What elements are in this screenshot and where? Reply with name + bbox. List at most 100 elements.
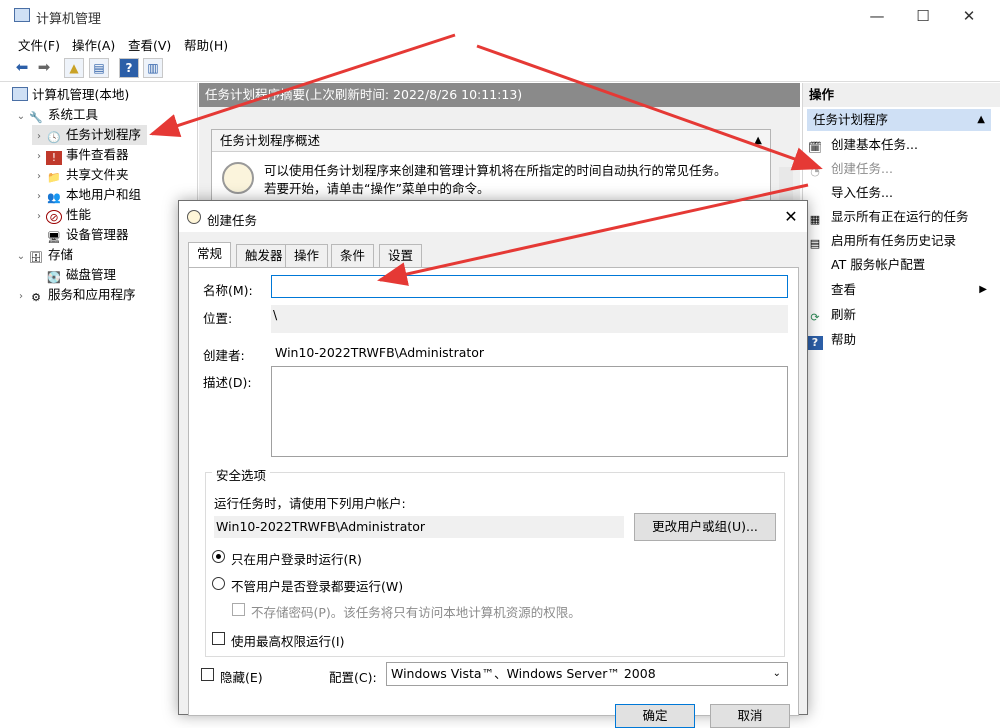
expand-chevron-icon[interactable]: › [14,287,28,307]
action-view[interactable]: 查看 ▶ [807,278,991,302]
history-icon: ▤ [809,237,821,250]
shared-folder-icon: 📁 [47,171,61,184]
expand-chevron-icon[interactable]: › [32,167,46,187]
create-task-icon: ◔ [810,165,820,178]
expand-chevron-icon[interactable]: › [32,187,46,207]
hidden-checkbox[interactable] [201,668,214,681]
radio-run-logged-on[interactable] [212,550,225,563]
title-bar: 计算机管理 — ☐ ✕ [0,0,1000,32]
tab-settings[interactable]: 设置 [379,244,423,267]
tree-item-shared-folders[interactable]: › 📁 共享文件夹 [32,165,129,185]
event-viewer-icon: ! [46,151,62,165]
dialog-close-button[interactable]: ✕ [779,205,803,229]
performance-icon: ⊘ [46,210,62,224]
tab-triggers[interactable]: 触发器 [236,244,292,267]
blank-icon [807,282,823,296]
tree-item-root[interactable]: 计算机管理(本地) [12,85,129,105]
run-as-label: 运行任务时，请使用下列用户帐户: [214,496,406,511]
action-display-running[interactable]: ▦ 显示所有正在运行的任务 [807,205,991,229]
disk-icon: 💽 [47,271,61,284]
tab-general[interactable]: 常规 [188,242,232,268]
highest-privileges-label[interactable]: 使用最高权限运行(I) [231,631,344,650]
location-value: \ [271,305,788,333]
change-user-button[interactable]: 更改用户或组(U)... [634,513,776,541]
no-store-password-checkbox[interactable] [232,603,245,616]
collapse-up-icon[interactable]: ▲ [754,130,762,152]
highest-privileges-checkbox[interactable] [212,632,225,645]
description-input[interactable] [271,366,788,457]
tree-item-services-apps[interactable]: › ⚙ 服务和应用程序 [14,285,136,305]
clock-icon: 🕓 [47,131,61,144]
configure-select[interactable]: Windows Vista™、Windows Server™ 2008 ⌄ [386,662,788,686]
cancel-button[interactable]: 取消 [710,704,790,728]
tree-item-task-scheduler[interactable]: › 🕓 任务计划程序 [32,125,148,147]
tree-item-event-viewer[interactable]: ›! 事件查看器 [32,145,129,165]
help-icon[interactable]: ? [119,58,139,78]
back-arrow-icon[interactable]: ⬅ [12,58,32,78]
expand-chevron-icon[interactable]: › [32,207,46,227]
services-icon: ⚙ [31,291,41,304]
maximize-button[interactable]: ☐ [900,0,946,32]
action-import-task[interactable]: 导入任务... [807,181,991,205]
name-label: 名称(M): [203,283,253,298]
tree-item-storage[interactable]: ⌄ 🗄 存储 [14,245,73,265]
actions-pane: 操作 任务计划程序 ▲ 🗓 创建基本任务... ◔ 创建任务... 导入任务... … [802,83,1000,715]
no-store-password-label: 不存储密码(P)。该任务将只有访问本地计算机资源的权限。 [251,605,581,620]
submenu-arrow-icon: ▶ [979,284,987,295]
dialog-title-bar: 创建任务 ✕ [179,201,807,232]
action-enable-history[interactable]: ▤ 启用所有任务历史记录 [807,229,991,253]
overview-title[interactable]: 任务计划程序概述 ▲ [212,130,770,152]
hidden-label[interactable]: 隐藏(E) [220,667,263,686]
navigation-tree: 计算机管理(本地) ⌄ 🔧 系统工具 › 🕓 任务计划程序 ›! 事件查看器 › 📁 共享文件… [0,83,198,715]
minimize-button[interactable]: — [854,0,900,32]
chevron-down-icon: ⌄ [772,668,781,679]
forward-arrow-icon[interactable]: ➡ [34,58,54,78]
menu-view[interactable]: 查看(V) [128,35,171,54]
ok-button[interactable]: 确定 [615,704,695,728]
action-create-task[interactable]: ◔ 创建任务... [807,157,991,181]
action-help[interactable]: ? 帮助 [807,328,991,352]
location-label: 位置: [203,311,233,326]
actions-header: 操作 [803,83,1000,107]
action-at-service-config[interactable]: AT 服务帐户配置 [807,253,991,277]
radio-run-whether[interactable] [212,577,225,590]
menu-help[interactable]: 帮助(H) [184,35,228,54]
action-create-basic-task[interactable]: 🗓 创建基本任务... [807,133,991,157]
help-icon: ? [807,336,823,350]
run-as-account: Win10-2022TRWFB\Administrator [214,516,624,538]
device-manager-icon: 🖥 [47,231,61,244]
expand-chevron-icon[interactable]: › [32,127,46,147]
tree-item-performance[interactable]: › ⊘ 性能 [32,205,91,225]
collapse-up-icon[interactable]: ▲ [977,109,985,131]
security-options-title: 安全选项 [212,465,271,484]
tree-item-device-manager[interactable]: 🖥 设备管理器 [46,225,129,245]
users-icon: 👥 [47,191,61,204]
running-tasks-icon: ▦ [809,213,821,226]
clock-icon [187,210,201,224]
menu-action[interactable]: 操作(A) [72,35,115,54]
tree-item-system-tools[interactable]: ⌄ 🔧 系统工具 [14,105,98,125]
expand-chevron-icon[interactable]: › [32,147,46,167]
actions-section-task-scheduler[interactable]: 任务计划程序 ▲ [807,109,991,131]
name-input[interactable] [271,275,788,298]
up-folder-icon[interactable]: ▲ [64,58,84,78]
tree-item-local-users[interactable]: › 👥 本地用户和组 [32,185,141,205]
radio-run-whether-label[interactable]: 不管用户是否登录都要运行(W) [231,576,403,595]
close-button[interactable]: ✕ [946,0,992,32]
radio-run-logged-on-label[interactable]: 只在用户登录时运行(R) [231,549,362,568]
dialog-title: 创建任务 [207,213,258,228]
tree-item-disk-management[interactable]: 💽 磁盘管理 [46,265,116,285]
menu-file[interactable]: 文件(F) [18,35,60,54]
show-hide-tree-icon[interactable]: ▤ [89,58,109,78]
description-label: 描述(D): [203,375,252,390]
clock-icon [222,162,254,194]
collapse-chevron-icon[interactable]: ⌄ [14,107,28,127]
storage-icon: 🗄 [29,251,43,264]
action-refresh[interactable]: ⟳ 刷新 [807,303,991,327]
show-hide-action-pane-icon[interactable]: ▥ [143,58,163,78]
overview-text: 可以使用任务计划程序来创建和管理计算机将在所指定的时间自动执行的常见任务。若要开… [264,163,727,196]
tab-actions[interactable]: 操作 [285,244,329,267]
tab-conditions[interactable]: 条件 [331,244,375,267]
collapse-chevron-icon[interactable]: ⌄ [14,247,28,267]
security-options-group: 安全选项 运行任务时，请使用下列用户帐户: Win10-2022TRWFB\Ad… [205,465,785,657]
